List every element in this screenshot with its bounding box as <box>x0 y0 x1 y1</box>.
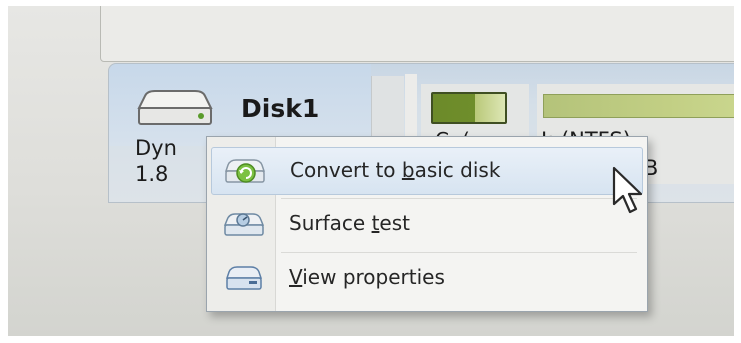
partition-usage-bar <box>431 92 507 124</box>
hard-disk-icon <box>137 90 213 125</box>
menu-separator <box>281 198 637 199</box>
menu-separator <box>281 252 637 253</box>
disk-size: 1.8 <box>135 162 169 186</box>
menu-item-label: Convert to basic disk <box>290 158 501 182</box>
upper-panel <box>100 6 734 62</box>
surface-test-icon <box>223 213 265 236</box>
disk-header[interactable]: Disk1 Dyn 1.8 <box>109 64 371 186</box>
disk-type: Dyn <box>135 136 177 160</box>
context-menu: Convert to basic disk Surface test View … <box>206 136 648 312</box>
disk-name: Disk1 <box>241 94 320 123</box>
properties-icon <box>225 266 263 290</box>
partition-usage-bar <box>543 94 734 118</box>
menu-item-convert-to-basic-disk[interactable]: Convert to basic disk <box>211 147 643 195</box>
menu-item-view-properties[interactable]: View properties <box>211 255 641 301</box>
menu-item-surface-test[interactable]: Surface test <box>211 201 641 247</box>
mouse-cursor-icon <box>612 166 643 214</box>
menu-item-label: Surface test <box>289 211 410 235</box>
convert-disk-icon <box>224 159 266 183</box>
application-window: Disk1 Dyn 1.8 C: ( I: (NTFS) TB <box>8 6 734 336</box>
menu-item-label: View properties <box>289 265 445 289</box>
screen-photo-frame: Disk1 Dyn 1.8 C: ( I: (NTFS) TB <box>0 0 741 343</box>
